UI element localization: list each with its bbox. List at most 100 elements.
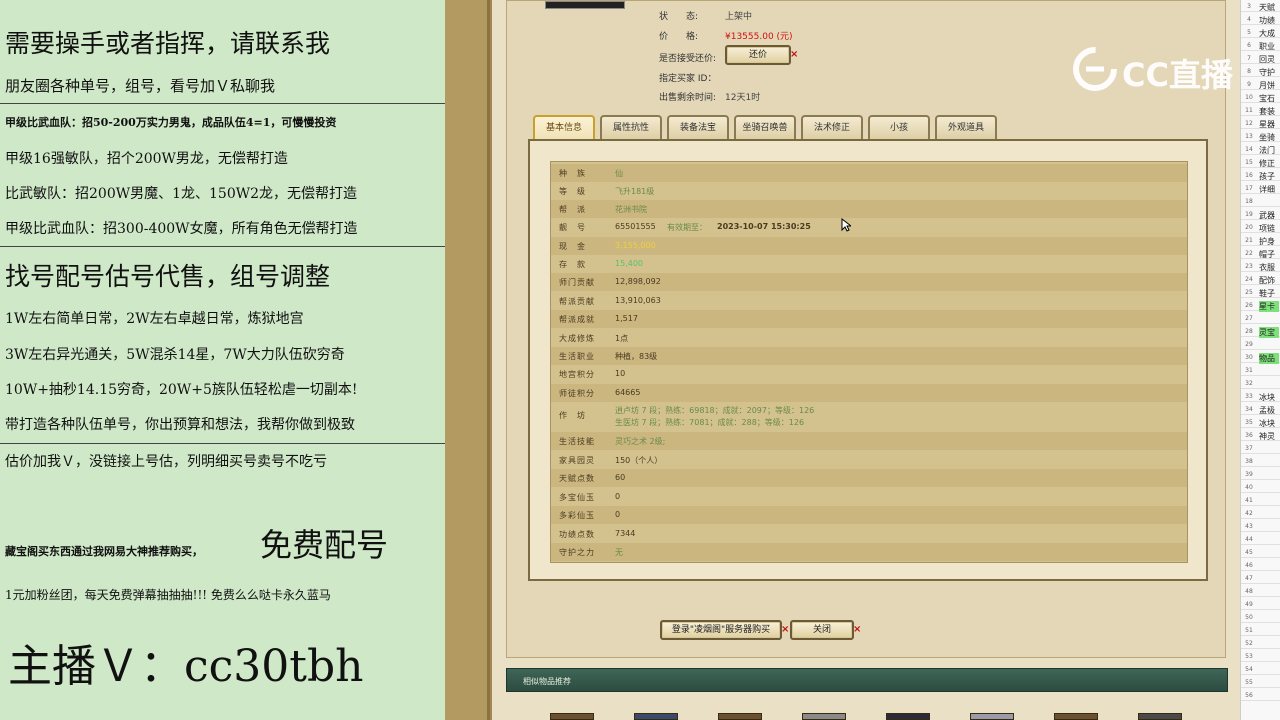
sheet-row[interactable]: 25 鞋子 [1241,288,1280,298]
sheet-cell[interactable]: 武器 [1259,210,1275,221]
sheet-row[interactable]: 10 宝石 [1241,93,1280,103]
sheet-row[interactable]: 41 [1241,496,1280,506]
sheet-cell[interactable]: 回灵 [1259,54,1275,65]
sheet-row[interactable]: 34 孟极 [1241,405,1280,415]
recommend-thumbnail[interactable] [970,713,1014,720]
sheet-row[interactable]: 17 详细 [1241,184,1280,194]
sheet-cell[interactable]: 守护 [1259,67,1275,78]
sheet-row[interactable]: 32 [1241,379,1280,389]
sheet-row[interactable]: 45 [1241,548,1280,558]
sheet-cell[interactable]: 套装 [1259,106,1275,117]
sheet-row[interactable]: 27 [1241,314,1280,324]
sheet-row[interactable]: 7 回灵 [1241,54,1280,64]
sheet-row[interactable]: 21 护身 [1241,236,1280,246]
sheet-row[interactable]: 49 [1241,600,1280,610]
sheet-cell[interactable]: 护身 [1259,236,1275,247]
sheet-row[interactable]: 11 套装 [1241,106,1280,116]
sheet-row[interactable]: 8 守护 [1241,67,1280,77]
sheet-row[interactable]: 5 大成 [1241,28,1280,38]
sheet-row[interactable]: 36 神灵 [1241,431,1280,441]
sheet-cell[interactable]: 职业 [1259,41,1275,52]
sheet-row[interactable]: 50 [1241,613,1280,623]
close-button[interactable]: 关闭 [790,620,854,640]
sheet-cell[interactable]: 坐骑 [1259,132,1275,143]
sheet-row[interactable]: 14 法门 [1241,145,1280,155]
sheet-cell[interactable]: 孟极 [1259,405,1275,416]
sheet-row[interactable]: 54 [1241,665,1280,675]
tab-appearance[interactable]: 外观道具 [935,115,997,139]
sheet-cell[interactable]: 大成 [1259,28,1275,39]
sheet-cell[interactable]: 神灵 [1259,431,1275,442]
bargain-button[interactable]: 还价 [725,45,791,65]
recommend-thumbnail[interactable] [634,713,678,720]
sheet-row[interactable]: 40 [1241,483,1280,493]
recommend-thumbnail[interactable] [802,713,846,720]
sheet-cell[interactable]: 鞋子 [1259,288,1275,299]
recommend-thumbnail[interactable] [1054,713,1098,720]
sheet-cell[interactable]: 月饼 [1259,80,1275,91]
sheet-row[interactable]: 12 星器 [1241,119,1280,129]
sheet-cell[interactable]: 帽子 [1259,249,1275,260]
sheet-cell[interactable]: 项链 [1259,223,1275,234]
sheet-cell[interactable]: 宝石 [1259,93,1275,104]
sheet-row[interactable]: 6 职业 [1241,41,1280,51]
sheet-row[interactable]: 31 [1241,366,1280,376]
sheet-row[interactable]: 51 [1241,626,1280,636]
tab-children[interactable]: 小孩 [868,115,930,139]
sheet-cell[interactable]: 功绩 [1259,15,1275,26]
tab-basic-info[interactable]: 基本信息 [533,115,595,139]
sheet-cell[interactable]: 物品 [1259,353,1279,364]
sheet-cell[interactable]: 配饰 [1259,275,1275,286]
sheet-row[interactable]: 20 项链 [1241,223,1280,233]
sheet-row[interactable]: 29 [1241,340,1280,350]
sheet-row[interactable]: 26 星卡 [1241,301,1280,312]
sheet-row[interactable]: 38 [1241,457,1280,467]
sheet-row[interactable]: 44 [1241,535,1280,545]
tab-equipment[interactable]: 装备法宝 [667,115,729,139]
recommend-thumbnail[interactable] [550,713,594,720]
sheet-row[interactable]: 55 [1241,678,1280,688]
sheet-row[interactable]: 22 帽子 [1241,249,1280,259]
sheet-row[interactable]: 53 [1241,652,1280,662]
sheet-row[interactable]: 9 月饼 [1241,80,1280,90]
sheet-row[interactable]: 16 孩子 [1241,171,1280,181]
sheet-cell[interactable]: 天赋 [1259,2,1275,13]
sheet-cell[interactable]: 冰块 [1259,418,1275,429]
sheet-row[interactable]: 30 物品 [1241,353,1280,364]
sheet-row[interactable]: 48 [1241,587,1280,597]
sheet-row[interactable]: 42 [1241,509,1280,519]
sheet-cell[interactable]: 衣服 [1259,262,1275,273]
sheet-cell[interactable]: 星器 [1259,119,1275,130]
tab-spell-correction[interactable]: 法术修正 [801,115,863,139]
sheet-row[interactable]: 39 [1241,470,1280,480]
sheet-row[interactable]: 23 衣服 [1241,262,1280,272]
recommend-thumbnail[interactable] [886,713,930,720]
sheet-cell[interactable]: 孩子 [1259,171,1275,182]
sheet-cell[interactable]: 冰块 [1259,392,1275,403]
sheet-cell[interactable]: 法门 [1259,145,1275,156]
tab-attributes[interactable]: 属性抗性 [600,115,662,139]
sheet-row[interactable]: 47 [1241,574,1280,584]
tab-mounts-pets[interactable]: 坐骑召唤兽 [734,115,796,139]
sheet-row[interactable]: 52 [1241,639,1280,649]
sheet-row[interactable]: 15 修正 [1241,158,1280,168]
buy-on-server-button[interactable]: 登录"凌烟阁"服务器购买 [660,620,782,640]
sheet-row[interactable]: 35 冰块 [1241,418,1280,428]
sheet-row[interactable]: 19 武器 [1241,210,1280,220]
sheet-row[interactable]: 33 冰块 [1241,392,1280,402]
sheet-row[interactable]: 13 坐骑 [1241,132,1280,142]
sheet-cell[interactable]: 详细 [1259,184,1275,195]
recommend-thumbnail[interactable] [718,713,762,720]
sheet-row[interactable]: 4 功绩 [1241,15,1280,25]
recommend-thumbnail[interactable] [1138,713,1182,720]
sheet-cell[interactable]: 星卡 [1259,301,1279,312]
sheet-row[interactable]: 18 [1241,197,1280,207]
sheet-row[interactable]: 46 [1241,561,1280,571]
sheet-cell[interactable]: 灵宝 [1259,327,1279,338]
sheet-row[interactable]: 24 配饰 [1241,275,1280,285]
sheet-row[interactable]: 56 [1241,691,1280,701]
sheet-row[interactable]: 43 [1241,522,1280,532]
sheet-row[interactable]: 28 灵宝 [1241,327,1280,338]
sheet-row[interactable]: 3 天赋 [1241,2,1280,12]
sheet-row[interactable]: 37 [1241,444,1280,454]
